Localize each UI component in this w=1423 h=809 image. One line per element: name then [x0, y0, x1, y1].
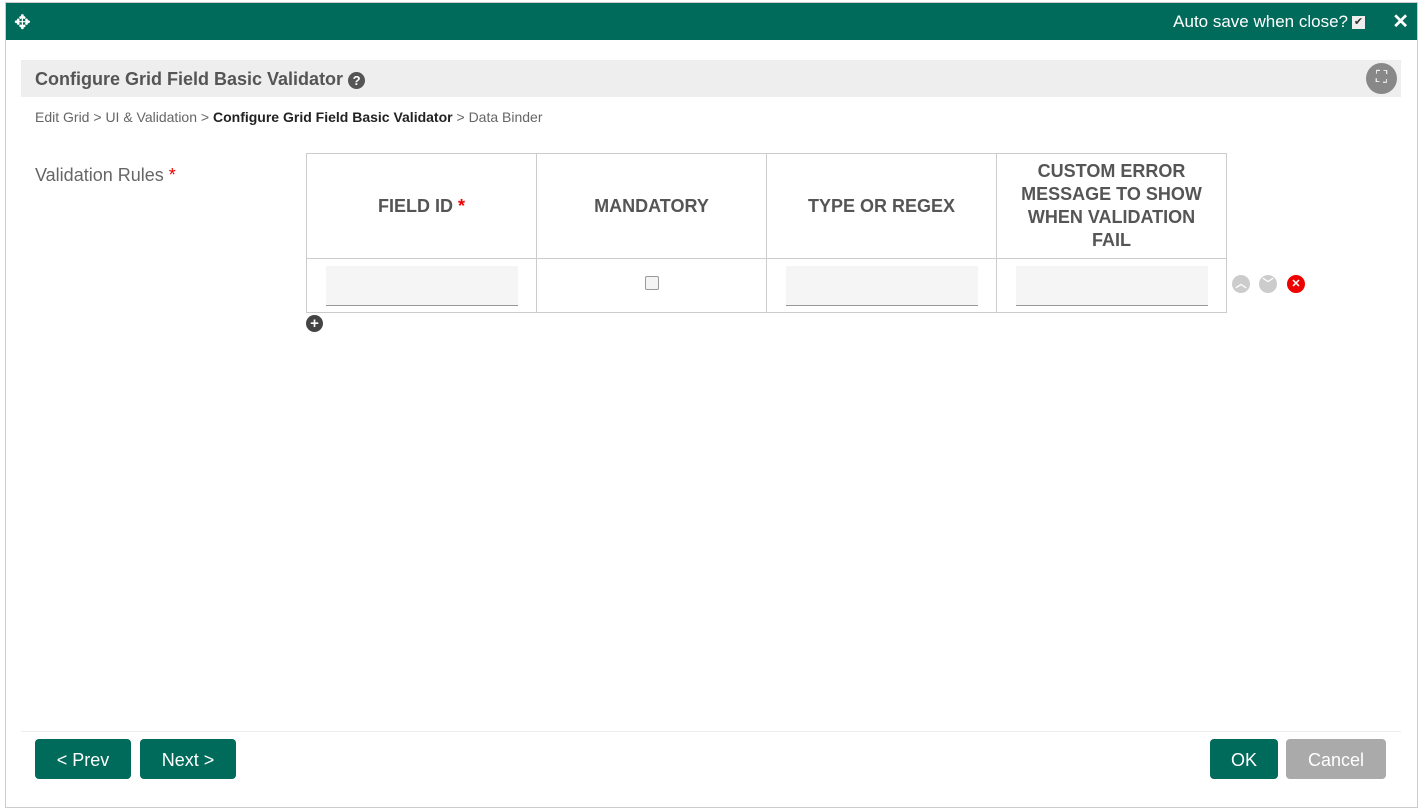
cell-type	[766, 258, 997, 313]
dialog-header: ✥ Auto save when close? ✔ ✕	[6, 3, 1417, 40]
column-header-field-id: FIELD ID *	[306, 153, 537, 259]
dialog-window: ✥ Auto save when close? ✔ ✕ Configure Gri…	[5, 2, 1418, 808]
autosave-toggle[interactable]: Auto save when close? ✔	[1173, 12, 1365, 32]
close-icon[interactable]: ✕	[1392, 9, 1409, 34]
breadcrumb-current: Configure Grid Field Basic Validator	[212, 109, 453, 125]
header-text: FIELD ID	[377, 195, 453, 216]
field-id-input[interactable]	[325, 265, 518, 306]
required-mark: *	[458, 195, 466, 216]
autosave-checkbox[interactable]: ✔	[1352, 16, 1365, 29]
move-down-icon[interactable]: ﹀	[1259, 275, 1277, 293]
footer-divider	[21, 731, 1401, 732]
page-title: Configure Grid Field Basic Validator?	[35, 69, 366, 90]
fullscreen-icon[interactable]: ⛶	[1366, 63, 1397, 94]
cancel-button[interactable]: Cancel	[1286, 739, 1386, 779]
breadcrumb-ui-validation[interactable]: UI & Validation	[105, 109, 197, 125]
title-bar: Configure Grid Field Basic Validator? ⛶	[21, 60, 1401, 97]
column-header-mandatory: MANDATORY	[536, 153, 767, 259]
cell-message	[996, 258, 1227, 313]
next-button[interactable]: Next >	[140, 739, 236, 779]
column-header-type: TYPE OR REGEX	[766, 153, 997, 259]
ok-button[interactable]: OK	[1210, 739, 1278, 779]
table-row	[306, 258, 1227, 313]
autosave-label: Auto save when close?	[1173, 12, 1348, 31]
move-up-icon[interactable]: ︿	[1232, 275, 1250, 293]
label-text: Validation Rules	[35, 165, 164, 185]
type-regex-input[interactable]	[785, 265, 978, 306]
column-header-message: CUSTOM ERROR MESSAGE TO SHOW WHEN VALIDA…	[996, 153, 1227, 259]
delete-row-icon[interactable]: ✕	[1287, 275, 1305, 293]
help-icon[interactable]: ?	[348, 72, 366, 89]
mandatory-checkbox[interactable]	[644, 276, 659, 290]
required-mark: *	[168, 165, 176, 185]
prev-button[interactable]: < Prev	[35, 739, 131, 779]
breadcrumb-separator: >	[456, 109, 465, 125]
move-icon[interactable]: ✥	[14, 10, 31, 35]
cell-mandatory	[536, 258, 767, 313]
page-title-text: Configure Grid Field Basic Validator	[35, 69, 344, 89]
validation-rules-label: Validation Rules *	[35, 165, 176, 186]
add-row-icon[interactable]: +	[306, 315, 323, 332]
error-message-input[interactable]	[1015, 265, 1208, 306]
breadcrumb-separator: >	[93, 109, 102, 125]
breadcrumb-data-binder[interactable]: Data Binder	[469, 109, 543, 125]
breadcrumb-edit-grid[interactable]: Edit Grid	[35, 109, 89, 125]
breadcrumb-separator: >	[200, 109, 210, 125]
breadcrumb: Edit Grid > UI & Validation > Configure …	[35, 109, 543, 125]
validation-grid: FIELD ID * MANDATORY TYPE OR REGEX CUSTO…	[306, 153, 1227, 313]
cell-field-id	[306, 258, 537, 313]
